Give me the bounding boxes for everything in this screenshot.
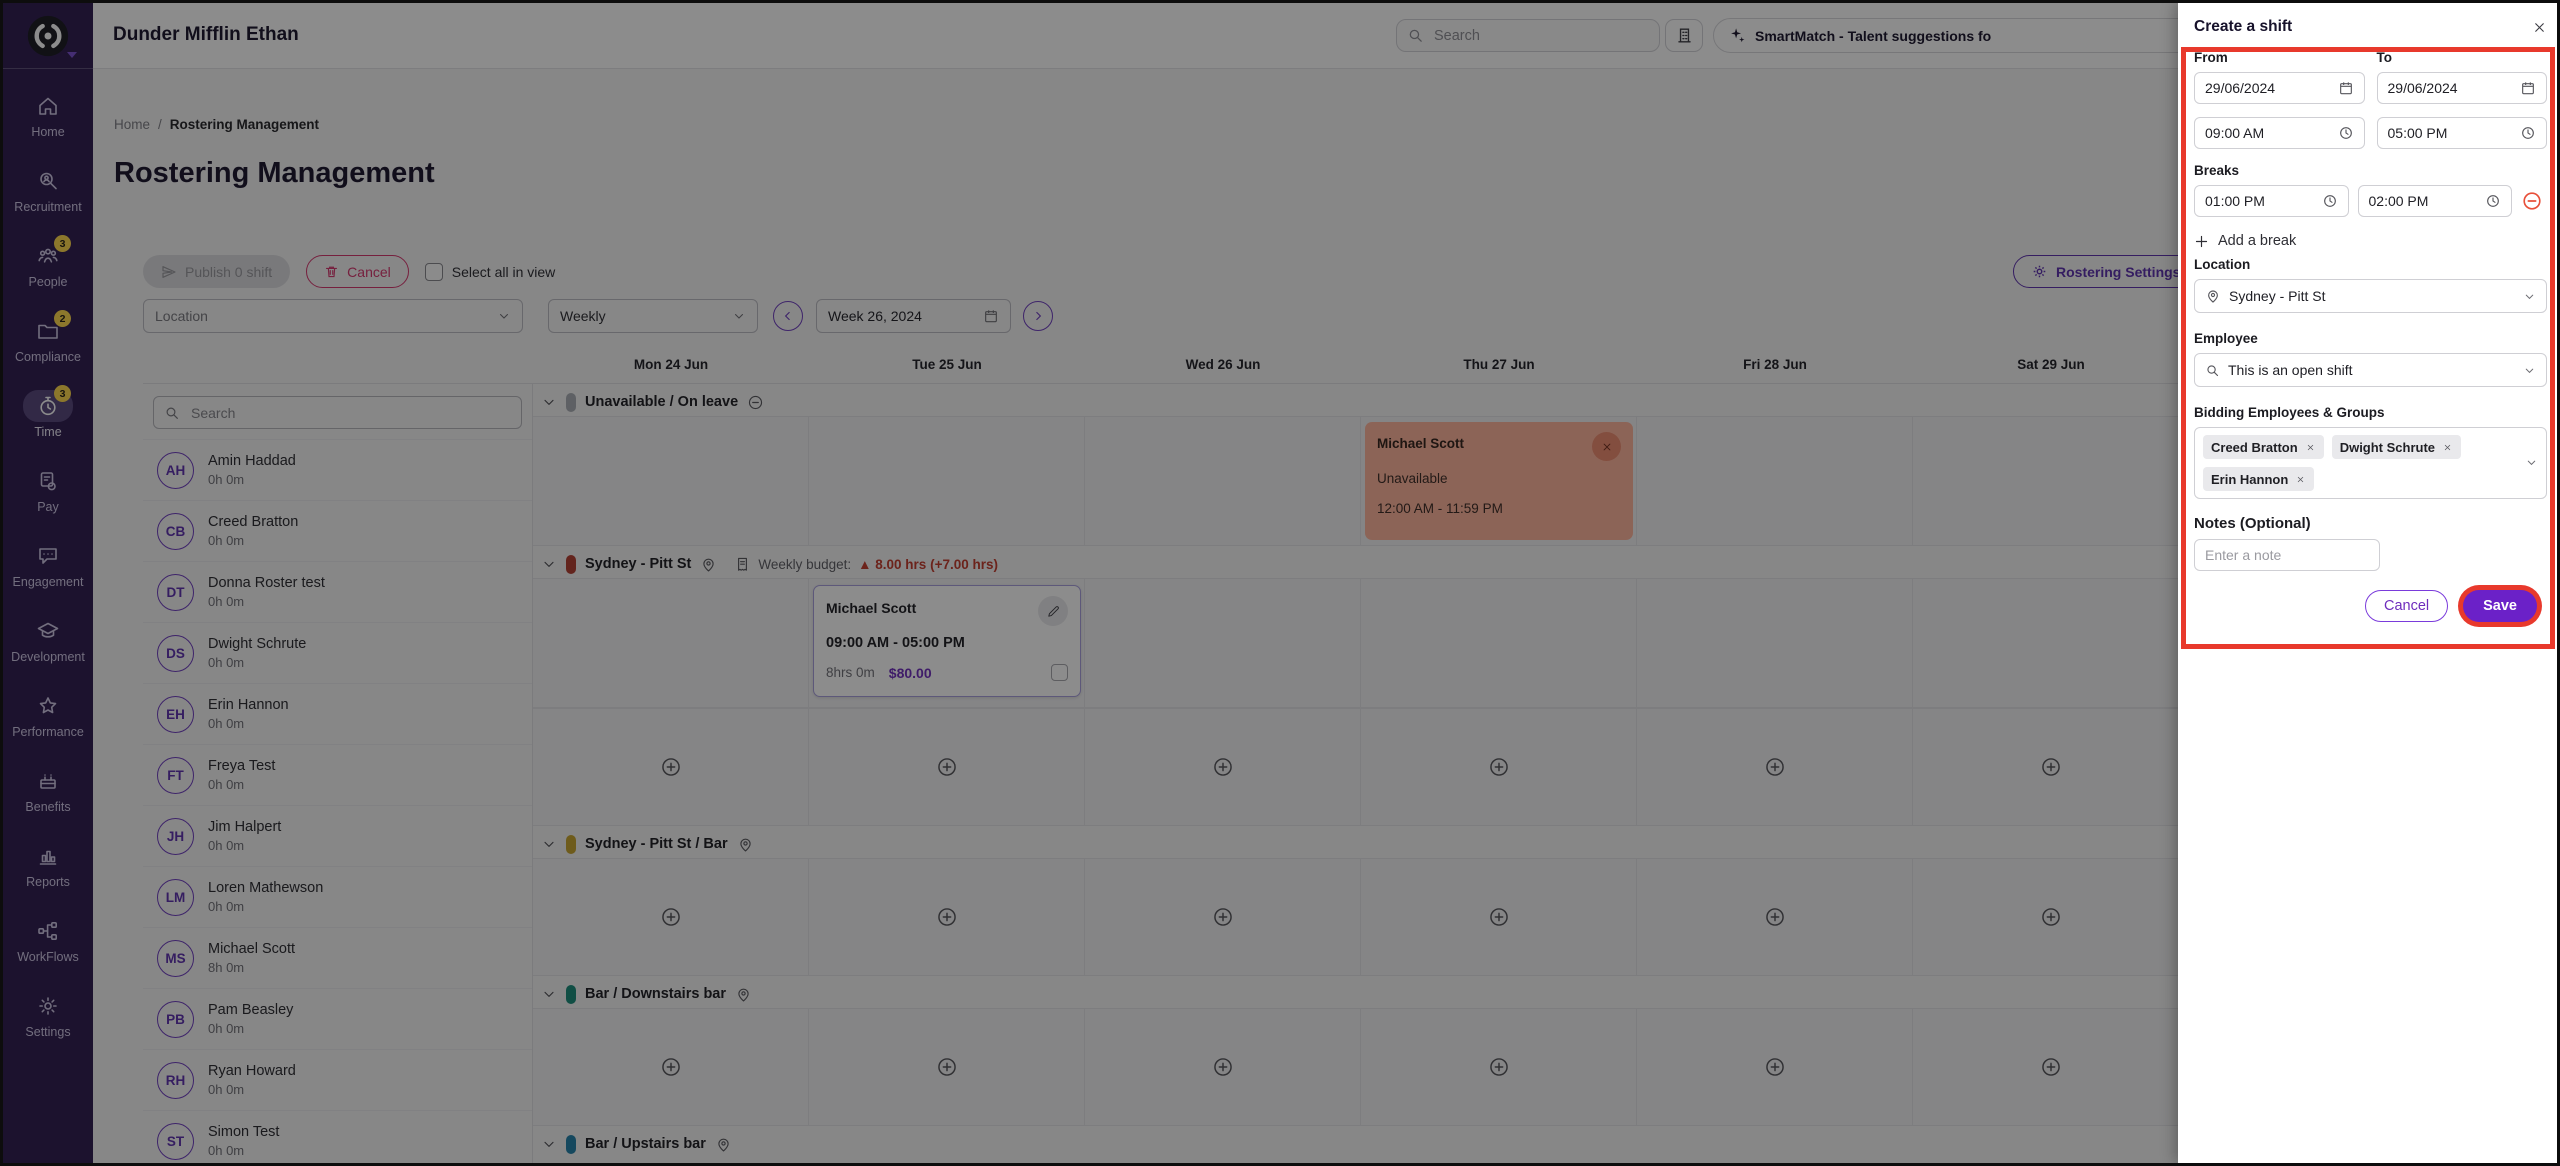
- add-break-label: Add a break: [2218, 233, 2296, 249]
- notes-input[interactable]: [2194, 539, 2380, 571]
- employee-select-value: This is an open shift: [2228, 362, 2353, 378]
- create-shift-drawer: Create a shift From To 29/06/2024 29/06/…: [2178, 3, 2560, 1163]
- bidding-multiselect[interactable]: Creed Bratton Dwight Schrute Erin Hannon: [2194, 427, 2547, 499]
- break-start-value: 01:00 PM: [2205, 193, 2265, 209]
- location-select[interactable]: Sydney - Pitt St: [2194, 279, 2547, 313]
- remove-tag-icon[interactable]: [2295, 474, 2306, 485]
- chevron-down-icon: [2523, 364, 2536, 377]
- drawer-title: Create a shift: [2194, 18, 2292, 36]
- clock-icon: [2485, 193, 2501, 209]
- from-time-input[interactable]: 09:00 AM: [2194, 117, 2365, 149]
- pin-icon: [2205, 288, 2221, 304]
- cancel-button[interactable]: Cancel: [2365, 590, 2448, 622]
- to-date-input[interactable]: 29/06/2024: [2377, 72, 2548, 104]
- from-date-input[interactable]: 29/06/2024: [2194, 72, 2365, 104]
- app-window: HomeRecruitment3People2Compliance3TimePa…: [0, 0, 2560, 1166]
- remove-break-button[interactable]: [2521, 190, 2547, 212]
- employee-label: Employee: [2194, 331, 2547, 346]
- save-button[interactable]: Save: [2463, 590, 2537, 622]
- employee-select[interactable]: This is an open shift: [2194, 353, 2547, 387]
- to-label: To: [2377, 50, 2548, 65]
- breaks-label: Breaks: [2194, 163, 2547, 178]
- to-time-value: 05:00 PM: [2388, 125, 2448, 141]
- from-label: From: [2194, 50, 2365, 65]
- break-end-value: 02:00 PM: [2369, 193, 2429, 209]
- clock-icon: [2520, 125, 2536, 141]
- clock-icon: [2322, 193, 2338, 209]
- from-date-value: 29/06/2024: [2205, 80, 2275, 96]
- bidding-tag-label: Creed Bratton: [2211, 440, 2298, 455]
- location-label: Location: [2194, 257, 2547, 272]
- break-start-input[interactable]: 01:00 PM: [2194, 185, 2349, 217]
- search-icon: [2205, 363, 2220, 378]
- break-end-input[interactable]: 02:00 PM: [2358, 185, 2513, 217]
- add-break-button[interactable]: Add a break: [2194, 233, 2547, 249]
- from-time-value: 09:00 AM: [2205, 125, 2264, 141]
- bidding-tag: Erin Hannon: [2203, 467, 2314, 491]
- to-date-value: 29/06/2024: [2388, 80, 2458, 96]
- calendar-icon: [2338, 80, 2354, 96]
- notes-label: Notes (Optional): [2194, 515, 2547, 532]
- location-select-value: Sydney - Pitt St: [2229, 288, 2325, 304]
- remove-tag-icon[interactable]: [2442, 442, 2453, 453]
- bidding-tag: Dwight Schrute: [2332, 435, 2461, 459]
- remove-tag-icon[interactable]: [2305, 442, 2316, 453]
- bidding-tag: Creed Bratton: [2203, 435, 2324, 459]
- bidding-tag-label: Erin Hannon: [2211, 472, 2288, 487]
- to-time-input[interactable]: 05:00 PM: [2377, 117, 2548, 149]
- clock-icon: [2338, 125, 2354, 141]
- modal-dim-overlay: [3, 3, 2178, 1163]
- chevron-down-icon: [2525, 456, 2538, 469]
- plus-icon: [2194, 234, 2209, 249]
- bidding-label: Bidding Employees & Groups: [2194, 405, 2547, 420]
- drawer-header: Create a shift: [2194, 18, 2547, 36]
- close-icon[interactable]: [2532, 20, 2547, 35]
- calendar-icon: [2520, 80, 2536, 96]
- drawer-actions: Cancel Save: [2194, 590, 2547, 622]
- chevron-down-icon: [2523, 290, 2536, 303]
- bidding-tag-label: Dwight Schrute: [2340, 440, 2435, 455]
